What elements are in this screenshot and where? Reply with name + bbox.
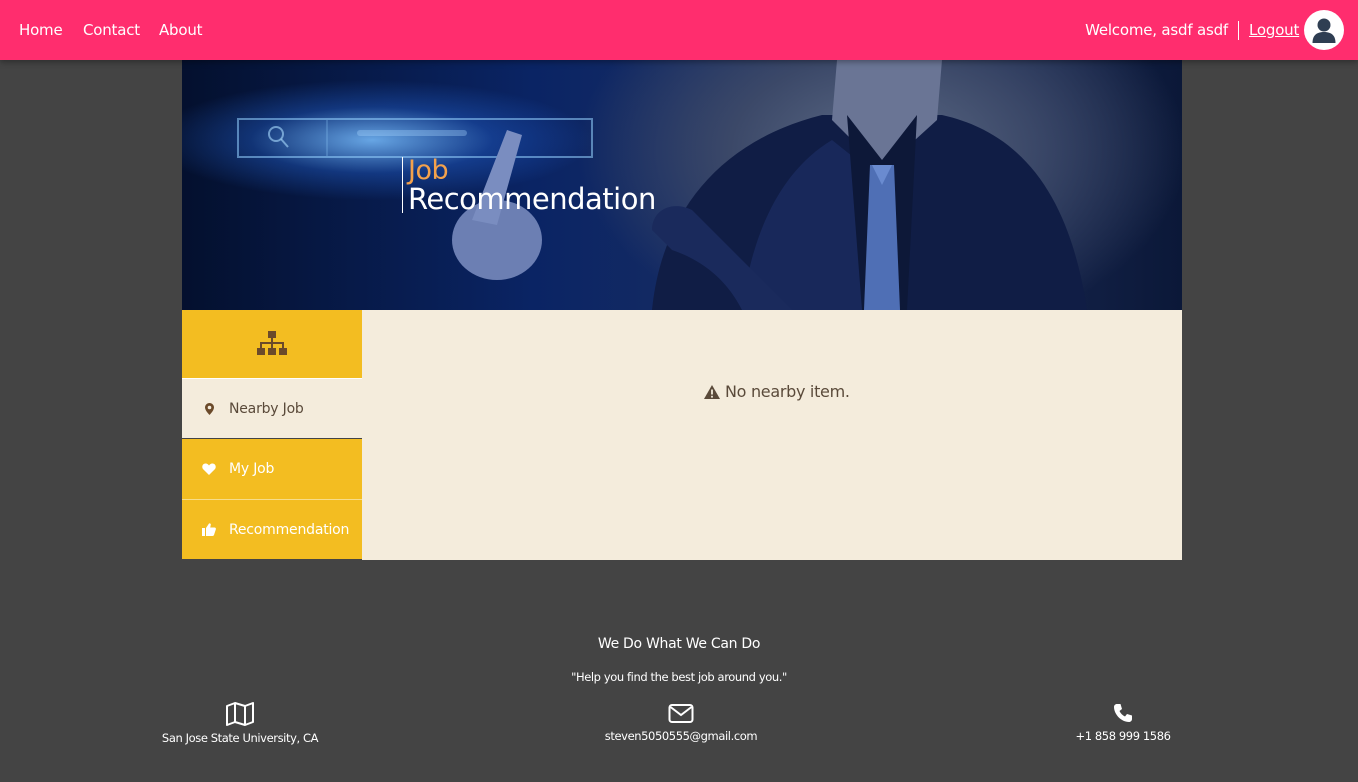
footer-title: We Do What We Can Do <box>597 636 761 652</box>
sidebar: Nearby Job My Job Recommendation <box>182 310 362 560</box>
sidebar-item-label: Nearby Job <box>229 400 304 417</box>
footer-phone: +1 858 999 1586 <box>1063 702 1183 744</box>
footer-address: San Jose State University, CA <box>160 702 320 746</box>
warning-icon <box>704 384 720 399</box>
envelope-icon <box>668 704 694 723</box>
nav-home-link[interactable]: Home <box>19 21 63 39</box>
hero-background-image <box>237 60 1087 310</box>
heart-icon <box>201 463 217 475</box>
sidebar-item-nearby-job[interactable]: Nearby Job <box>182 378 362 438</box>
empty-state-text: No nearby item. <box>725 382 850 401</box>
footer-email-text[interactable]: steven5050555@gmail.com <box>605 729 758 743</box>
empty-state-message: No nearby item. <box>704 382 850 401</box>
nav-contact-link[interactable]: Contact <box>83 21 140 39</box>
thumbs-up-icon <box>201 523 217 536</box>
nav-divider <box>1238 21 1239 40</box>
phone-icon <box>1114 704 1132 722</box>
top-navbar: Home Contact About Welcome, asdf asdf Lo… <box>0 0 1358 60</box>
hero-title: Job Recommendation <box>402 155 656 216</box>
nav-about-link[interactable]: About <box>159 21 203 39</box>
footer-quote: "Help you find the best job around you." <box>571 670 787 684</box>
sidebar-header <box>182 310 362 378</box>
sidebar-item-my-job[interactable]: My Job <box>182 439 362 499</box>
welcome-text: Welcome, asdf asdf <box>1085 21 1228 39</box>
sidebar-item-label: Recommendation <box>229 521 350 538</box>
hero-banner: Job Recommendation <box>182 60 1182 310</box>
footer-phone-text[interactable]: +1 858 999 1586 <box>1075 729 1170 743</box>
footer-email: steven5050555@gmail.com <box>596 702 766 744</box>
sidebar-item-recommendation[interactable]: Recommendation <box>182 499 362 559</box>
main-content: No nearby item. <box>362 310 1182 560</box>
map-marker-icon <box>201 402 217 415</box>
sidebar-item-label: My Job <box>229 461 275 477</box>
hero-title-line2: Recommendation <box>408 182 656 216</box>
user-avatar-icon[interactable] <box>1304 10 1344 50</box>
hero-title-line1: Job <box>408 155 449 186</box>
map-icon <box>226 702 254 726</box>
sitemap-icon <box>257 331 287 355</box>
logout-link[interactable]: Logout <box>1249 21 1299 39</box>
footer-address-text: San Jose State University, CA <box>161 731 319 745</box>
